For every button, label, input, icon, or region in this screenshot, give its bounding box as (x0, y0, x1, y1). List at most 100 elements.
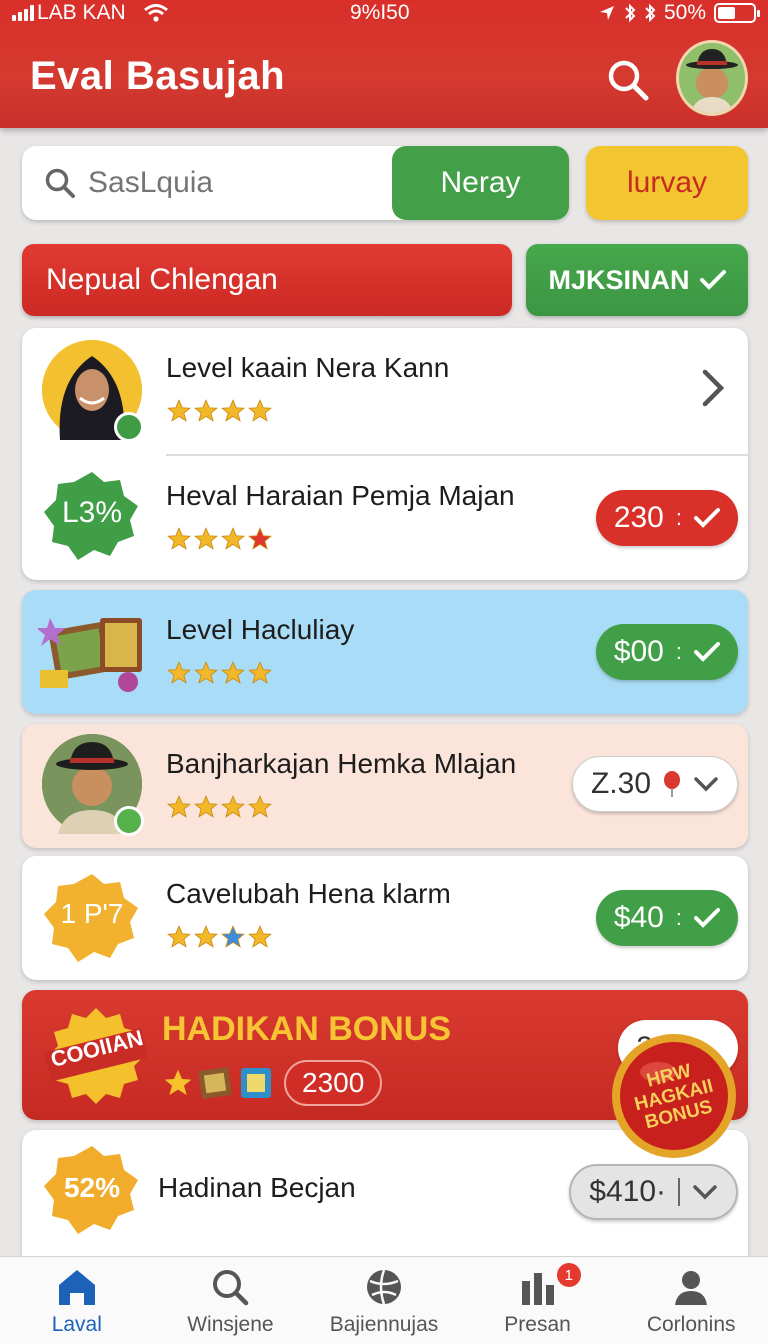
carrier-info: LAB KAN (12, 1, 169, 25)
search-icon (45, 168, 75, 198)
star-icon (221, 527, 245, 550)
search-bar: Neray (22, 146, 569, 220)
price-label: $00 (613, 635, 664, 668)
search-icon[interactable] (606, 58, 650, 102)
star-icon (194, 795, 218, 818)
separator: : (675, 505, 682, 530)
status-bar: LAB KAN 9%I50 50% (0, 0, 768, 26)
check-icon (699, 270, 726, 290)
star-icon (248, 661, 272, 684)
nav-item-profile[interactable]: Corlonins (614, 1257, 768, 1344)
star-icon (167, 661, 191, 684)
coupon-badge: COOIIAN (40, 1004, 152, 1109)
rating-stars (166, 526, 273, 552)
nav-label: Corlonins (646, 1313, 736, 1336)
nav-label: Laval (51, 1313, 102, 1336)
location-icon (599, 6, 614, 20)
signal-icon (12, 5, 34, 21)
star-icon (248, 925, 272, 948)
chevron-right-icon[interactable] (700, 368, 726, 408)
profile-icon (675, 1271, 708, 1305)
status-time: 9%I50 (350, 1, 410, 24)
bluetooth-icon (625, 3, 636, 23)
level-badge: 1 P'7 (42, 868, 142, 968)
star-icon (221, 795, 245, 818)
challenge-banner[interactable]: Nepual Chlengan (22, 244, 512, 316)
price-label: Z.30 (590, 767, 651, 800)
nav-item-home[interactable]: Laval (0, 1257, 154, 1344)
price-label: $40 (613, 901, 664, 934)
avatar-person-icon (679, 43, 745, 113)
item-title: Heval Haraian Pemja Majan (166, 480, 515, 511)
badge-text: 52% (63, 1172, 121, 1203)
avatar[interactable] (676, 40, 748, 116)
item-title: Level kaain Nera Kann (166, 352, 450, 383)
star-icon (194, 925, 218, 948)
app-header: LAB KAN 9%I50 50% Eval Basujah (0, 0, 768, 128)
price-button[interactable]: Z.30 (571, 756, 738, 812)
star-icon (248, 527, 272, 550)
ball-icon (366, 1269, 401, 1305)
search-icon (213, 1270, 249, 1306)
separator: : (675, 905, 682, 930)
list-item[interactable]: Level Hacluliay $00 : (22, 590, 748, 714)
rating-stars (166, 794, 273, 820)
check-icon (694, 908, 720, 928)
nav-item-messages[interactable]: 1 Presan (461, 1257, 615, 1344)
puzzle-thumbnail (36, 602, 150, 703)
separator (678, 1178, 680, 1206)
star-icon (248, 399, 272, 422)
star-icon (194, 399, 218, 422)
bonus-count: 2300 (284, 1060, 383, 1106)
star-icon (167, 795, 191, 818)
rating-stars (166, 660, 273, 686)
bonus-rewards: 2300 (162, 1060, 383, 1106)
price-button[interactable]: 230 : (595, 490, 738, 546)
balloon-icon (664, 771, 680, 797)
filter-button[interactable]: lurvay (586, 146, 748, 220)
price-button[interactable]: $410· (569, 1164, 738, 1220)
search-input[interactable] (88, 166, 388, 200)
list-item[interactable]: Banjharkajan Hemka Mlajan Z.30 (22, 724, 748, 848)
percent-badge: 52% (42, 1140, 142, 1240)
price-button[interactable]: $00 : (595, 624, 738, 680)
item-title: Hadinan Becjan (158, 1172, 356, 1203)
carrier-name: LAB KAN (37, 1, 126, 24)
list-item-content: Banjharkajan Hemka Mlajan Z.30 (22, 724, 748, 848)
list-item[interactable]: L3% Heval Haraian Pemja Majan 230 : (22, 456, 748, 580)
nav-item-games[interactable]: Bajiennujas (307, 1257, 461, 1344)
home-icon (58, 1270, 95, 1305)
percent-badge: L3% (42, 466, 142, 566)
bonus-title: HADIKAN BONUS (162, 1010, 451, 1048)
status-badge (114, 806, 144, 836)
list-item-content: Level Hacluliay $00 : (22, 590, 748, 714)
rating-stars (166, 924, 273, 950)
price-button[interactable]: $40 : (595, 890, 738, 946)
star-icon (194, 661, 218, 684)
separator: : (675, 639, 682, 664)
treasure-icon (36, 618, 142, 692)
list-item[interactable]: Level kaain Nera Kann (22, 328, 748, 454)
page-title: Eval Basujah (30, 54, 286, 98)
nav-label: Winsjene (187, 1313, 274, 1336)
star-icon (221, 925, 245, 948)
nav-item-search[interactable]: Winsjene (154, 1257, 308, 1344)
price-label: 230 (613, 501, 664, 534)
search-button[interactable]: Neray (392, 146, 569, 220)
star-icon (221, 399, 245, 422)
search-field[interactable] (22, 146, 406, 220)
bonus-seal[interactable]: HRW HAGKAII BONUS (610, 1032, 738, 1160)
chevron-down-icon (694, 777, 718, 792)
item-title: Level Hacluliay (166, 614, 355, 645)
chart-icon (521, 1273, 554, 1305)
star-icon (194, 527, 218, 550)
bottom-nav: Laval Winsjene Bajiennujas 1 Presan Corl… (0, 1256, 768, 1344)
picture-frame-icon (198, 1067, 232, 1099)
check-icon (694, 642, 720, 662)
nav-label: Bajiennujas (329, 1313, 439, 1336)
star-icon (167, 925, 191, 948)
check-icon (694, 508, 720, 528)
confirm-button[interactable]: MJKSINAN (526, 244, 748, 316)
badge-text: 1 P'7 (60, 898, 124, 929)
list-item[interactable]: 1 P'7 Cavelubah Hena klarm $40 : (22, 856, 748, 980)
